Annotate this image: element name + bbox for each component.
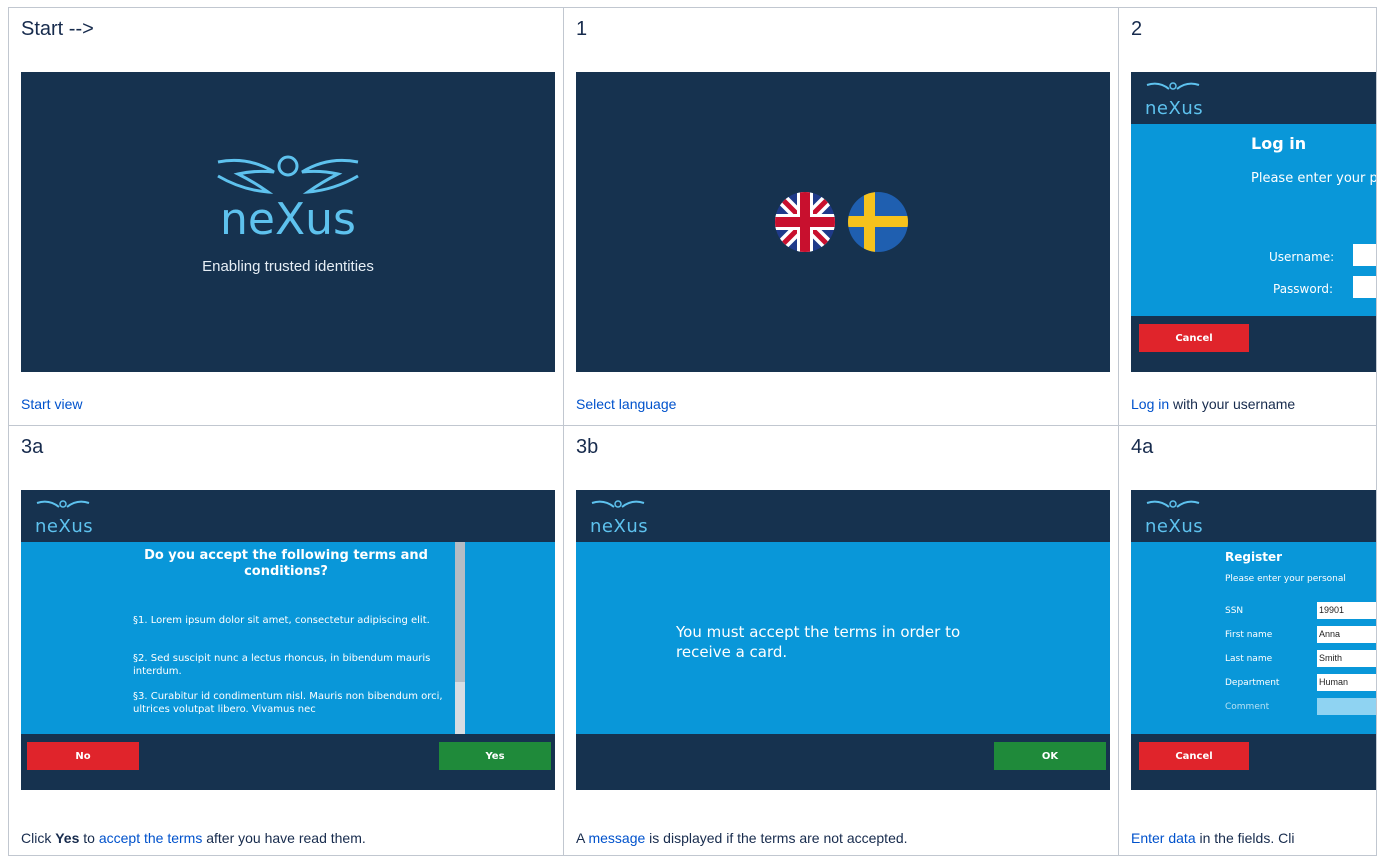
cell-caption: A message is displayed if the terms are … (576, 830, 908, 846)
terms-rejected-screenshot: neXus You must accept the terms in order… (576, 490, 1110, 790)
last-name-input[interactable]: Smith (1317, 650, 1376, 667)
terms-paragraph-2: §2. Sed suscipit nunc a lectus rhoncus, … (133, 653, 431, 677)
username-field[interactable] (1353, 244, 1376, 266)
brand-logo: neXus (1145, 499, 1203, 537)
ssn-input[interactable]: 19901 (1317, 602, 1376, 619)
app-header: neXus (21, 490, 555, 542)
ok-button[interactable]: OK (994, 742, 1106, 770)
terms-heading: Do you accept the following terms and co… (144, 548, 428, 579)
brand-wordmark: neXus (35, 516, 94, 537)
sweden-flag-icon[interactable] (846, 190, 910, 254)
cell-caption: Start view (21, 396, 82, 412)
brand-wordmark: neXus (220, 194, 356, 245)
cell-start: Start --> neXus Enabling trusted identit… (8, 7, 564, 426)
yes-button[interactable]: Yes (439, 742, 551, 770)
cell-title: 3a (21, 436, 44, 458)
login-heading: Log in (1251, 134, 1307, 153)
caption-text: with your username (1169, 396, 1296, 412)
caption-text: is displayed if the terms are not accept… (645, 830, 908, 846)
field-label: Department (1225, 678, 1280, 688)
caption-text: to (79, 830, 99, 846)
select-language-screenshot (576, 72, 1110, 372)
app-footer: Cancel (1131, 316, 1376, 372)
cell-4a: 4a neXus Register Please enter your pers… (1118, 425, 1377, 856)
app-header: neXus (576, 490, 1110, 542)
start-view-link[interactable]: Start view (21, 396, 82, 412)
app-footer: No Yes (21, 734, 555, 790)
app-footer: Cancel (1131, 734, 1376, 790)
cancel-button[interactable]: Cancel (1139, 742, 1249, 770)
login-intro: Please enter your password. (1251, 171, 1377, 186)
scrollbar-thumb[interactable] (455, 542, 465, 682)
caption-text: in the fields. Cli (1195, 830, 1295, 846)
department-input[interactable]: Human (1317, 674, 1376, 691)
wings-logo-icon (591, 500, 645, 508)
password-label: Password: (1273, 282, 1334, 296)
select-language-link[interactable]: Select language (576, 396, 676, 412)
register-intro: Please enter your personal (1225, 574, 1346, 584)
register-screenshot: neXus Register Please enter your persona… (1131, 490, 1376, 790)
wings-logo-icon (1146, 82, 1200, 90)
storyboard-table: Start --> neXus Enabling trusted identit… (0, 0, 1377, 856)
terms-scrollbar[interactable] (455, 542, 465, 734)
cell-title: 4a (1131, 436, 1154, 458)
cell-title: 2 (1131, 18, 1143, 40)
uk-flag-icon[interactable] (773, 190, 837, 254)
brand-wordmark: neXus (1145, 98, 1204, 119)
brand-tagline: Enabling trusted identities (202, 258, 374, 275)
enter-data-link[interactable]: Enter data (1131, 830, 1196, 846)
no-button[interactable]: No (27, 742, 139, 770)
cell-title: 3b (576, 436, 599, 458)
cell-3b: 3b neXus You must accept the terms in or… (563, 425, 1119, 856)
brand-logo: neXus (1145, 81, 1203, 119)
brand-wordmark: neXus (1145, 516, 1204, 537)
field-label: SSN (1225, 606, 1244, 616)
caption-text: Click (21, 830, 56, 846)
caption-text: after you have read them. (202, 830, 366, 846)
accept-terms-link[interactable]: accept the terms (99, 830, 203, 846)
cell-caption: Select language (576, 396, 676, 412)
start-view-screenshot: neXus Enabling trusted identities (21, 72, 555, 372)
cell-caption: Click Yes to accept the terms after you … (21, 830, 366, 846)
app-header: neXus (1131, 72, 1376, 124)
brand-logo: neXus (35, 499, 93, 537)
brand-logo: neXus (590, 499, 648, 537)
wings-logo-icon (36, 500, 90, 508)
log-in-link[interactable]: Log in (1131, 396, 1169, 412)
cell-2: 2 neXus Log in Please enter your passwor… (1118, 7, 1377, 426)
field-label: First name (1225, 630, 1273, 640)
cell-title: Start --> (21, 18, 94, 40)
first-name-input[interactable]: Anna (1317, 626, 1376, 643)
cell-1: 1 Select language (563, 7, 1119, 426)
register-heading: Register (1225, 550, 1283, 564)
username-label: Username: (1269, 250, 1335, 264)
cell-caption: Enter data in the fields. Cli (1131, 830, 1294, 846)
caption-bold: Yes (55, 830, 80, 846)
cell-caption: Log in with your username (1131, 396, 1295, 412)
message-link[interactable]: message (588, 830, 645, 846)
password-field[interactable] (1353, 276, 1376, 298)
terms-required-message: You must accept the terms in order to re… (676, 623, 961, 661)
caption-text: A (576, 830, 589, 846)
field-label: Last name (1225, 654, 1273, 664)
terms-paragraph-1: §1. Lorem ipsum dolor sit amet, consecte… (133, 615, 430, 626)
field-label: Comment (1225, 702, 1270, 712)
terms-screenshot: neXus Do you accept the following terms … (21, 490, 555, 790)
brand-wordmark: neXus (590, 516, 649, 537)
log-in-screenshot: neXus Log in Please enter your password.… (1131, 72, 1377, 372)
cell-title: 1 (576, 18, 588, 40)
app-footer: OK (576, 734, 1110, 790)
wings-logo-icon (1146, 500, 1200, 508)
comment-input[interactable] (1317, 698, 1376, 715)
terms-paragraph-3: §3. Curabitur id condimentum nisl. Mauri… (133, 691, 443, 715)
app-header: neXus (1131, 490, 1376, 542)
cancel-button[interactable]: Cancel (1139, 324, 1249, 352)
cell-3a: 3a neXus Do you accept the following ter… (8, 425, 564, 856)
